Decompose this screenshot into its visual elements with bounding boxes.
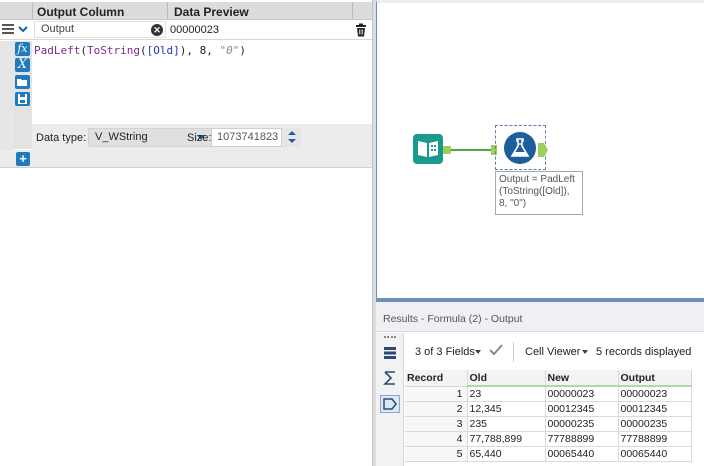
grid-header-row: Record Old New Output	[405, 370, 692, 387]
table-row[interactable]: 5 65,440 00065440 00065440	[405, 446, 692, 462]
size-stepper[interactable]	[281, 128, 301, 147]
fx-icon[interactable]: fx	[15, 42, 30, 56]
cell-viewer-dropdown-icon[interactable]	[582, 350, 588, 354]
results-toolbar: 3 of 3 Fields Cell Viewer 5 records disp…	[405, 336, 704, 366]
expression-text: ), 8,	[179, 44, 220, 57]
field-token: [Old]	[146, 44, 180, 57]
flask-icon	[510, 138, 530, 157]
string-token: "0"	[219, 44, 240, 57]
add-row-bar: +	[0, 150, 372, 168]
header-divider	[167, 2, 168, 20]
cell-new[interactable]: 00000023	[545, 386, 619, 402]
open-icon[interactable]	[15, 75, 30, 89]
tag-icon[interactable]	[380, 395, 400, 413]
cell-old[interactable]: 12,345	[467, 401, 546, 417]
record-number: 1	[405, 386, 468, 402]
results-grid: Record Old New Output 1 23 00000023 0000…	[405, 370, 704, 462]
canvas-top-strip	[377, 0, 704, 3]
clear-icon[interactable]: ✕	[151, 24, 163, 36]
cell-viewer-button[interactable]: Cell Viewer	[525, 346, 580, 358]
size-label: Size:	[187, 132, 212, 144]
results-pane: Results - Formula (2) - Output 3 of 3 Fi…	[376, 302, 704, 466]
table-row[interactable]: 4 77,788,899 77788899 77788899	[405, 431, 692, 447]
data-type-value: V_WString	[95, 131, 148, 143]
table-row[interactable]: 2 12,345 00012345 00012345	[405, 401, 692, 417]
cell-output[interactable]: 00000235	[618, 416, 692, 432]
output-anchor[interactable]	[443, 146, 451, 154]
save-icon[interactable]	[15, 92, 30, 106]
check-icon[interactable]	[489, 344, 503, 359]
header-divider	[352, 2, 353, 20]
grip-handle[interactable]	[384, 336, 396, 338]
chevron-down-icon[interactable]	[16, 23, 30, 37]
table-row[interactable]: 3 235 00000235 00000235	[405, 416, 692, 432]
expression-text: )	[239, 44, 246, 57]
record-number: 4	[405, 431, 468, 447]
input-data-tool[interactable]	[413, 134, 443, 164]
header-divider	[32, 2, 33, 20]
book-icon	[418, 141, 438, 157]
column-header-new[interactable]: New	[545, 370, 619, 387]
formula-output-anchor[interactable]	[538, 143, 548, 157]
stepper-up-icon[interactable]	[288, 131, 296, 135]
sum-icon[interactable]	[382, 370, 398, 386]
tool-annotation: Output = PadLeft (ToString([Old]), 8, "0…	[495, 171, 583, 215]
results-title-bar: Results - Formula (2) - Output	[376, 302, 704, 332]
fields-dropdown-icon[interactable]	[475, 350, 481, 354]
add-formula-button[interactable]: +	[16, 152, 30, 166]
function-token: ToString	[86, 44, 140, 57]
data-type-label: Data type:	[36, 132, 87, 144]
record-number: 3	[405, 416, 468, 432]
table-icon[interactable]	[382, 345, 398, 361]
results-side-toolbar	[376, 333, 404, 466]
menu-icon[interactable]	[2, 24, 14, 36]
cell-old[interactable]: 23	[467, 386, 546, 402]
formula-row: Output ✕ 00000023	[0, 20, 372, 40]
records-count: 5 records displayed	[596, 346, 692, 358]
cell-old[interactable]: 235	[467, 416, 546, 432]
column-header-record[interactable]: Record	[405, 370, 468, 387]
function-token: PadLeft	[34, 44, 81, 57]
variable-x-icon[interactable]: X	[15, 58, 30, 72]
cell-new[interactable]: 77788899	[545, 431, 619, 447]
data-preview-value: 00000023	[170, 24, 219, 36]
expression-text: (	[139, 44, 147, 57]
cell-old[interactable]: 65,440	[467, 446, 546, 462]
cell-output[interactable]: 00012345	[618, 401, 692, 417]
column-header-old[interactable]: Old	[467, 370, 546, 387]
output-column-header: Output Column	[37, 5, 125, 19]
results-title: Results - Formula (2) - Output	[383, 313, 523, 325]
column-header-row: Output Column Data Preview	[0, 2, 372, 20]
toolbar-divider	[513, 342, 514, 362]
cell-new[interactable]: 00065440	[545, 446, 619, 462]
fields-selector[interactable]: 3 of 3 Fields	[415, 346, 475, 358]
output-column-field[interactable]: Output	[34, 21, 166, 38]
workflow-canvas[interactable]: Output = PadLeft (ToString([Old]), 8, "0…	[376, 0, 704, 298]
row-gutter	[0, 41, 14, 150]
formula-tool-icon-bg	[504, 132, 536, 164]
expression-text: (	[80, 44, 87, 57]
expression-toolbar: fx X	[14, 41, 32, 149]
data-type-bar: Data type: V_WString Size: 1073741823	[32, 124, 372, 150]
expression-editor[interactable]: PadLeft(ToString([Old]), 8, "0")	[34, 44, 246, 57]
column-header-output[interactable]: Output	[618, 370, 692, 387]
data-preview-header: Data Preview	[174, 5, 249, 19]
trash-icon[interactable]	[354, 23, 368, 37]
record-number: 5	[405, 446, 468, 462]
stepper-down-icon[interactable]	[288, 139, 296, 143]
cell-output[interactable]: 77788899	[618, 431, 692, 447]
cell-output[interactable]: 00065440	[618, 446, 692, 462]
cell-output[interactable]: 00000023	[618, 386, 692, 402]
cell-old[interactable]: 77,788,899	[467, 431, 546, 447]
record-number: 2	[405, 401, 468, 417]
formula-config-panel: Output Column Data Preview Output ✕ 0000…	[0, 0, 372, 466]
cell-new[interactable]: 00012345	[545, 401, 619, 417]
table-row[interactable]: 1 23 00000023 00000023	[405, 386, 692, 402]
cell-new[interactable]: 00000235	[545, 416, 619, 432]
